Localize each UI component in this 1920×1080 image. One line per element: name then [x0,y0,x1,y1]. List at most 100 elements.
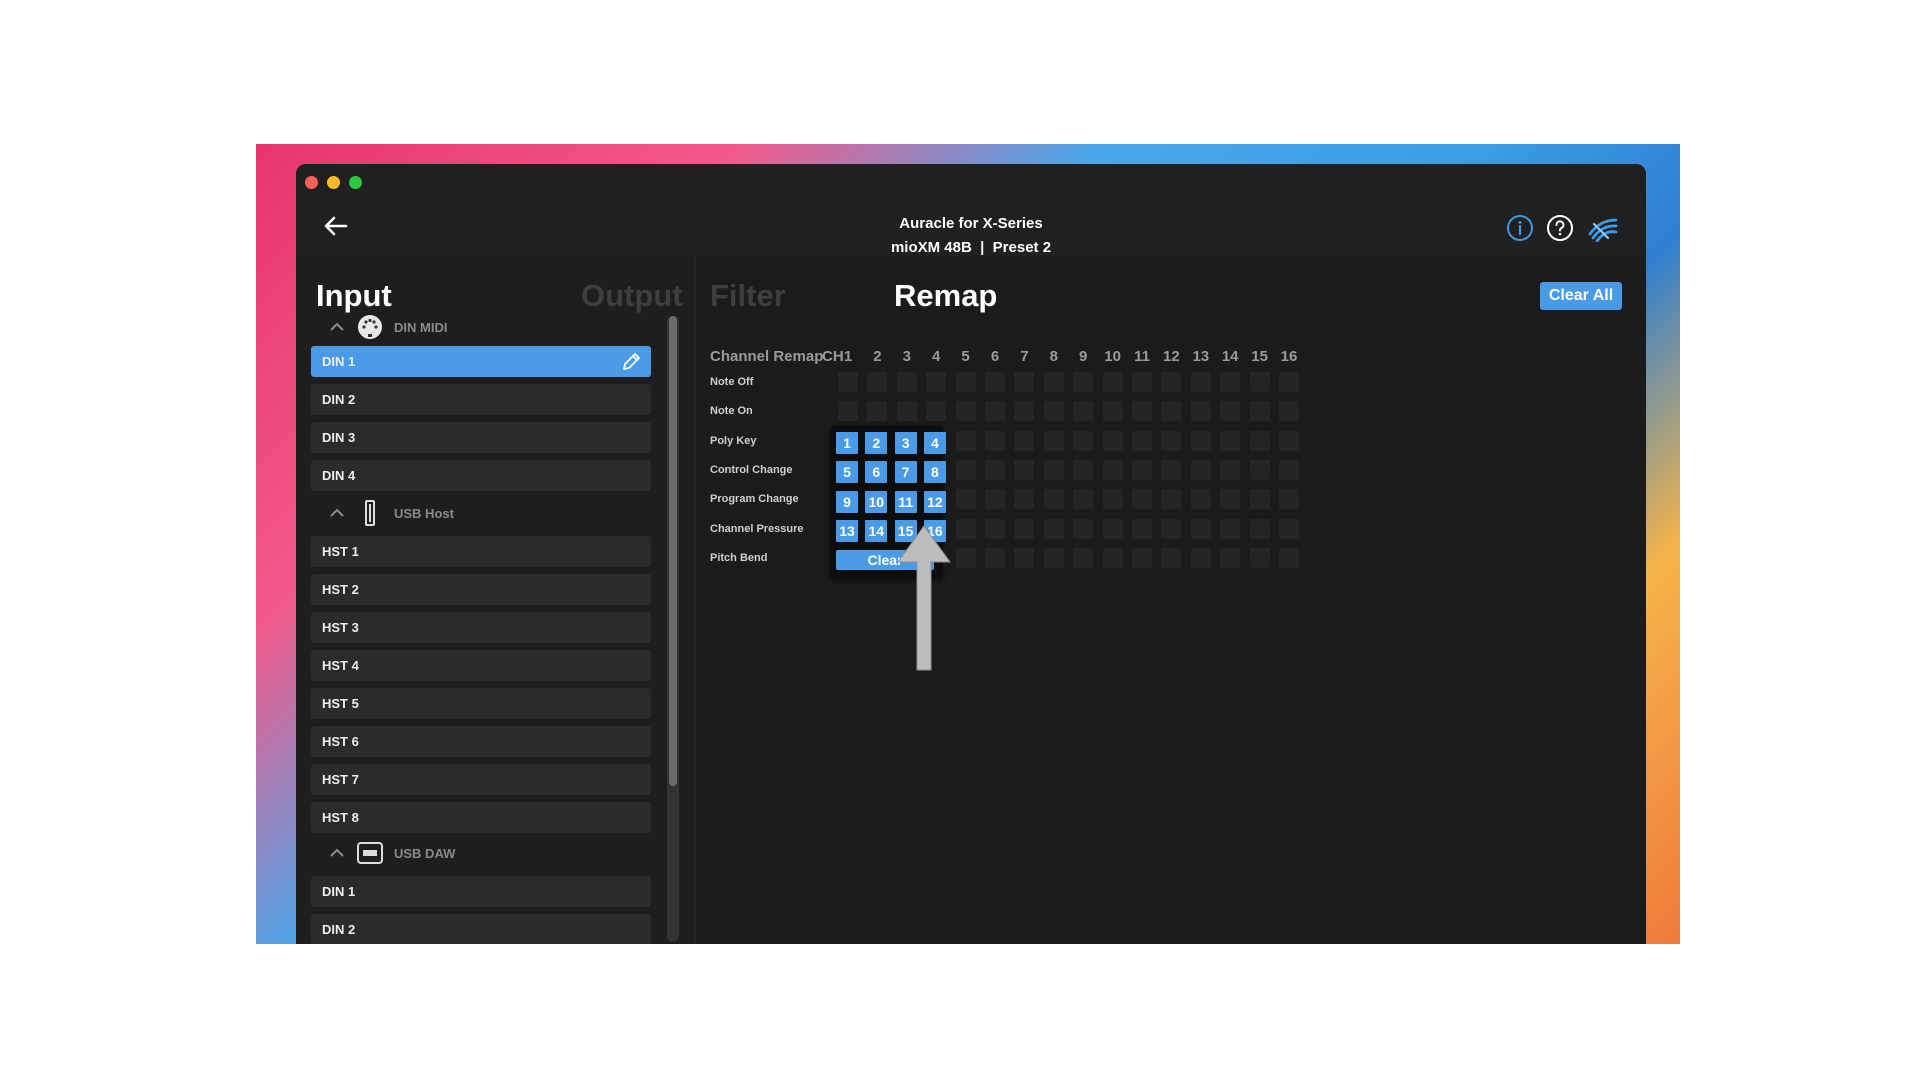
port-row-din-1[interactable]: DIN 1 [311,346,651,377]
group-header-din-midi[interactable]: DIN MIDI [326,312,447,342]
popup-channel-button-7[interactable]: 7 [894,461,917,484]
remap-cell[interactable] [1279,518,1299,539]
remap-cell[interactable] [985,547,1005,568]
remap-cell[interactable] [1014,430,1035,451]
remap-cell[interactable] [1220,547,1241,568]
popup-channel-button-11[interactable]: 11 [894,490,917,513]
remap-cell[interactable] [1132,430,1152,451]
popup-channel-button-9[interactable]: 9 [836,490,858,513]
remap-cell[interactable] [1073,518,1094,539]
remap-cell[interactable] [985,401,1005,422]
remap-cell[interactable] [955,459,976,480]
popup-channel-button-5[interactable]: 5 [836,461,858,484]
remap-cell[interactable] [1190,518,1211,539]
chevron-up-icon[interactable] [326,319,348,335]
popup-channel-button-12[interactable]: 12 [923,490,946,513]
port-row-din-3[interactable]: DIN 3 [311,422,651,453]
remap-cell[interactable] [955,518,976,539]
remap-cell[interactable] [926,372,947,392]
remap-cell[interactable] [1220,459,1241,480]
remap-cell[interactable] [1132,401,1152,422]
remap-cell[interactable] [1220,430,1241,451]
remap-cell[interactable] [1043,430,1064,451]
remap-cell[interactable] [985,489,1005,510]
remap-cell[interactable] [1279,489,1299,510]
remap-cell[interactable] [1249,518,1270,539]
popup-channel-button-10[interactable]: 10 [865,490,888,513]
remap-cell[interactable] [1132,547,1152,568]
remap-cell[interactable] [1014,401,1035,422]
remap-cell[interactable] [1132,459,1152,480]
chevron-up-icon[interactable] [326,845,348,861]
remap-cell[interactable] [838,401,858,422]
remap-cell[interactable] [1249,401,1270,422]
popup-channel-button-1[interactable]: 1 [836,432,858,454]
pencil-icon[interactable] [621,352,641,372]
remap-cell[interactable] [955,401,976,422]
group-header-usb-daw[interactable]: USB DAW [326,838,455,868]
remap-cell[interactable] [955,430,976,451]
remap-cell[interactable] [1220,372,1241,392]
port-row-hst-6[interactable]: HST 6 [311,726,651,757]
port-row-din-4[interactable]: DIN 4 [311,460,651,491]
remap-cell[interactable] [1190,401,1211,422]
remap-cell[interactable] [1102,518,1123,539]
remap-cell[interactable] [1102,489,1123,510]
remap-cell[interactable] [1073,430,1094,451]
remap-cell[interactable] [1132,518,1152,539]
remap-cell[interactable] [985,459,1005,480]
remap-cell[interactable] [1102,459,1123,480]
remap-cell[interactable] [838,372,858,392]
tab-remap[interactable]: Remap [894,278,997,314]
remap-cell[interactable] [985,518,1005,539]
remap-cell[interactable] [955,372,976,392]
port-row-hst-8[interactable]: HST 8 [311,802,651,833]
info-icon[interactable] [1506,214,1534,242]
remap-cell[interactable] [1043,372,1064,392]
remap-cell[interactable] [896,372,917,392]
popup-channel-button-13[interactable]: 13 [836,519,858,542]
remap-cell[interactable] [985,430,1005,451]
remap-cell[interactable] [1161,401,1182,422]
remap-cell[interactable] [1190,459,1211,480]
port-row-hst-3[interactable]: HST 3 [311,612,651,643]
remap-cell[interactable] [955,489,976,510]
remap-cell[interactable] [1249,547,1270,568]
remap-cell[interactable] [1190,372,1211,392]
tab-output[interactable]: Output [581,278,683,314]
help-icon[interactable] [1546,214,1574,242]
remap-cell[interactable] [1220,401,1241,422]
remap-cell[interactable] [1014,489,1035,510]
remap-cell[interactable] [1161,372,1182,392]
port-row-hst-1[interactable]: HST 1 [311,536,651,567]
remap-cell[interactable] [1279,401,1299,422]
minimize-window-button[interactable] [327,176,340,189]
popup-channel-button-3[interactable]: 3 [894,432,917,454]
remap-cell[interactable] [1161,518,1182,539]
remap-cell[interactable] [1043,489,1064,510]
popup-channel-button-6[interactable]: 6 [865,461,888,484]
zoom-window-button[interactable] [349,176,362,189]
remap-cell[interactable] [1102,401,1123,422]
remap-cell[interactable] [1102,372,1123,392]
popup-channel-button-14[interactable]: 14 [865,519,888,542]
remap-cell[interactable] [1014,518,1035,539]
remap-cell[interactable] [1102,430,1123,451]
remap-cell[interactable] [1279,459,1299,480]
remap-cell[interactable] [1249,489,1270,510]
port-row-daw-din-2[interactable]: DIN 2 [311,914,651,944]
remap-cell[interactable] [1279,547,1299,568]
remap-cell[interactable] [1132,489,1152,510]
tab-input[interactable]: Input [316,278,392,314]
remap-cell[interactable] [1190,547,1211,568]
tab-filter[interactable]: Filter [710,278,786,314]
port-row-din-2[interactable]: DIN 2 [311,384,651,415]
remap-cell[interactable] [1220,489,1241,510]
remap-cell[interactable] [1073,489,1094,510]
port-row-hst-7[interactable]: HST 7 [311,764,651,795]
remap-cell[interactable] [1073,459,1094,480]
remap-cell[interactable] [1161,430,1182,451]
remap-cell[interactable] [1043,547,1064,568]
remap-cell[interactable] [1161,489,1182,510]
popup-channel-button-4[interactable]: 4 [923,432,946,454]
